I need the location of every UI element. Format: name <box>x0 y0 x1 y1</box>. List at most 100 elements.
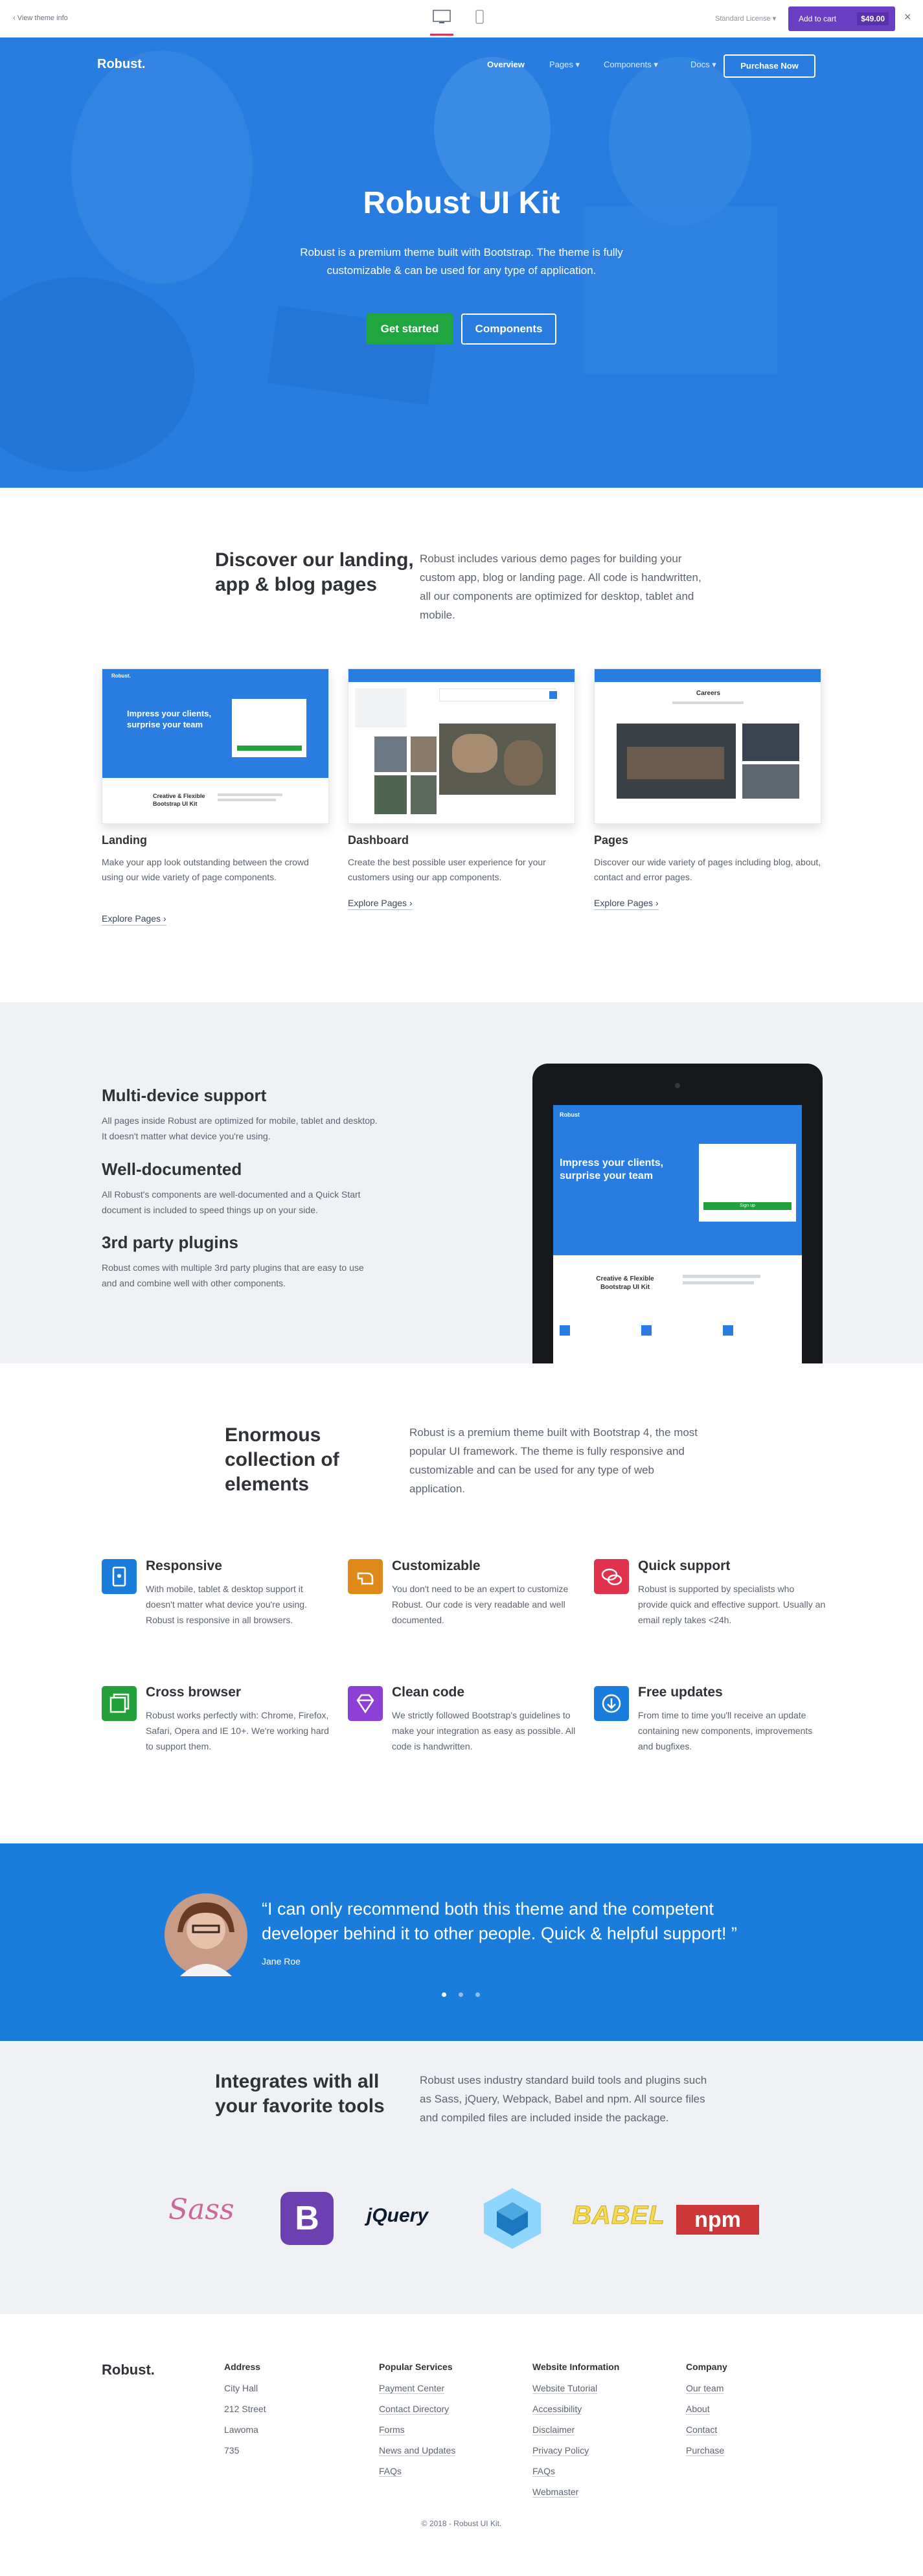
components-button[interactable]: Components <box>461 313 556 345</box>
elements-text: Robust is a premium theme built with Boo… <box>409 1426 698 1495</box>
footer-link[interactable]: Forms <box>379 2424 405 2435</box>
footer-address-line: Lawoma <box>224 2424 258 2435</box>
footer-address-title: Address <box>224 2362 261 2372</box>
footer-link[interactable]: Privacy Policy <box>532 2445 589 2456</box>
element-crossbrowser-title: Cross browser <box>146 1685 242 1700</box>
element-support-title: Quick support <box>638 1558 731 1573</box>
desktop-view-icon[interactable] <box>432 9 451 26</box>
feature-multidevice-title: Multi-device support <box>102 1086 267 1105</box>
cart-price: $49.00 <box>857 12 889 25</box>
footer-link[interactable]: News and Updates <box>379 2445 456 2456</box>
active-device-indicator <box>430 34 453 36</box>
add-to-cart-button[interactable]: Add to cart $49.00 <box>788 6 895 31</box>
chat-icon <box>594 1559 629 1594</box>
tools-title: Integrates with all your favorite tools <box>215 2071 385 2117</box>
tablet-brand: Robust <box>560 1111 580 1118</box>
dashboard-explore-link[interactable]: Explore Pages › <box>348 898 413 910</box>
dashboard-card-text: Create the best possible user experience… <box>348 857 546 882</box>
footer-link[interactable]: FAQs <box>532 2466 556 2477</box>
landing-explore-link[interactable]: Explore Pages › <box>102 913 166 926</box>
mobile-view-icon[interactable] <box>470 9 489 26</box>
element-updates-text: From time to time you'll receive an upda… <box>638 1710 813 1751</box>
footer-website-title: Website Information <box>532 2362 620 2372</box>
element-support-text: Robust is supported by specialists who p… <box>638 1584 826 1625</box>
hero-section: Robust. Overview Pages ▾ Components ▾ Do… <box>0 38 923 488</box>
footer-link[interactable]: Our team <box>686 2383 724 2394</box>
testimonial-avatar <box>165 1893 247 1976</box>
view-theme-info-label: View theme info <box>17 14 68 22</box>
feature-documented-title: Well-documented <box>102 1159 242 1179</box>
jquery-logo: jQuery <box>367 2205 429 2226</box>
landing-card-title: Landing <box>102 834 147 847</box>
thumb-brand: Robust. <box>111 673 131 679</box>
pages-card-text: Discover our wide variety of pages inclu… <box>594 857 821 882</box>
element-crossbrowser-text: Robust works perfectly with: Chrome, Fir… <box>146 1710 329 1751</box>
nav-item-docs[interactable]: Docs ▾ <box>690 60 716 70</box>
brand-logo[interactable]: Robust. <box>97 57 145 72</box>
nav-item-pages[interactable]: Pages ▾ <box>549 60 580 70</box>
element-updates-title: Free updates <box>638 1685 723 1700</box>
footer-company-title: Company <box>686 2362 727 2372</box>
footer-address-line: 735 <box>224 2445 240 2456</box>
babel-logo: BABEL <box>573 2201 665 2230</box>
thumb-landing-heading: Impress your clients, surprise your team <box>127 709 212 729</box>
nav-item-components[interactable]: Components ▾ <box>604 60 658 70</box>
webpack-logo: webpack <box>484 2188 541 2249</box>
footer-brand[interactable]: Robust. <box>102 2362 155 2378</box>
carousel-dot-3[interactable] <box>475 1992 480 1997</box>
footer-link[interactable]: Contact Directory <box>379 2404 450 2415</box>
view-theme-info-link[interactable]: ‹ View theme info <box>13 14 68 22</box>
carousel-dot-2[interactable] <box>459 1992 463 1997</box>
tools-text: Robust uses industry standard build tool… <box>420 2074 707 2124</box>
hero-text: Robust is a premium theme built with Boo… <box>300 246 623 277</box>
footer-link[interactable]: Payment Center <box>379 2383 445 2394</box>
tablet-mockup: Robust Impress your clients, surprise yo… <box>532 1064 823 1363</box>
element-responsive-text: With mobile, tablet & desktop support it… <box>146 1584 307 1625</box>
close-preview-icon[interactable]: × <box>904 10 911 24</box>
npm-logo: npm <box>676 2205 759 2235</box>
thumb-landing-sub: Creative & Flexible Bootstrap UI Kit <box>153 793 205 807</box>
license-select[interactable]: Standard License ▾ <box>715 14 776 23</box>
footer-link[interactable]: Accessibility <box>532 2404 582 2415</box>
purchase-now-button[interactable]: Purchase Now <box>724 54 815 78</box>
thumb-pages-heading: Careers <box>696 690 721 697</box>
testimonial-author: Jane Roe <box>262 1956 301 1966</box>
landing-card-text: Make your app look outstanding between t… <box>102 857 309 882</box>
preview-bar: ‹ View theme info Standard License ▾ Add… <box>0 0 923 38</box>
footer-link[interactable]: Website Tutorial <box>532 2383 598 2394</box>
feature-documented-text: All Robust's components are well-documen… <box>102 1189 361 1215</box>
footer-link[interactable]: FAQs <box>379 2466 402 2477</box>
diamond-icon <box>348 1686 383 1721</box>
feature-plugins-text: Robust comes with multiple 3rd party plu… <box>102 1262 364 1288</box>
landing-thumbnail[interactable]: Robust. Impress your clients, surprise y… <box>102 668 329 824</box>
bootstrap-logo: B <box>280 2192 334 2245</box>
element-cleancode-text: We strictly followed Bootstrap's guideli… <box>392 1710 576 1751</box>
element-cleancode-title: Clean code <box>392 1685 465 1700</box>
nav-item-pages-label: Pages <box>549 60 573 69</box>
element-customizable-text: You don't need to be an expert to custom… <box>392 1584 569 1625</box>
element-responsive-title: Responsive <box>146 1558 222 1573</box>
elements-title: Enormous collection of elements <box>225 1424 339 1495</box>
get-started-button[interactable]: Get started <box>366 313 453 345</box>
tablet-sub: Creative & Flexible Bootstrap UI Kit <box>596 1275 654 1291</box>
footer-link[interactable]: Webmaster <box>532 2487 579 2498</box>
nav-item-docs-label: Docs <box>690 60 710 69</box>
feature-multidevice-text: All pages inside Robust are optimized fo… <box>102 1115 378 1141</box>
device-icon <box>102 1559 137 1594</box>
hero-title: Robust UI Kit <box>363 186 560 220</box>
footer-link[interactable]: Disclaimer <box>532 2424 575 2435</box>
footer-link[interactable]: Purchase <box>686 2445 725 2456</box>
dashboard-thumbnail[interactable] <box>348 668 575 824</box>
pages-thumbnail[interactable]: Careers <box>594 668 821 824</box>
tablet-heading: Impress your clients, surprise your team <box>560 1157 664 1181</box>
nav-item-components-label: Components <box>604 60 652 69</box>
pages-explore-link[interactable]: Explore Pages › <box>594 898 659 910</box>
carousel-dot-1[interactable] <box>442 1992 446 1997</box>
element-customizable-title: Customizable <box>392 1558 481 1573</box>
footer-link[interactable]: About <box>686 2404 710 2415</box>
discover-title: Discover our landing, app & blog pages <box>215 549 414 595</box>
windows-icon <box>102 1686 137 1721</box>
footer-link[interactable]: Contact <box>686 2424 718 2435</box>
nav-item-overview[interactable]: Overview <box>487 60 525 69</box>
hand-icon <box>348 1559 383 1594</box>
